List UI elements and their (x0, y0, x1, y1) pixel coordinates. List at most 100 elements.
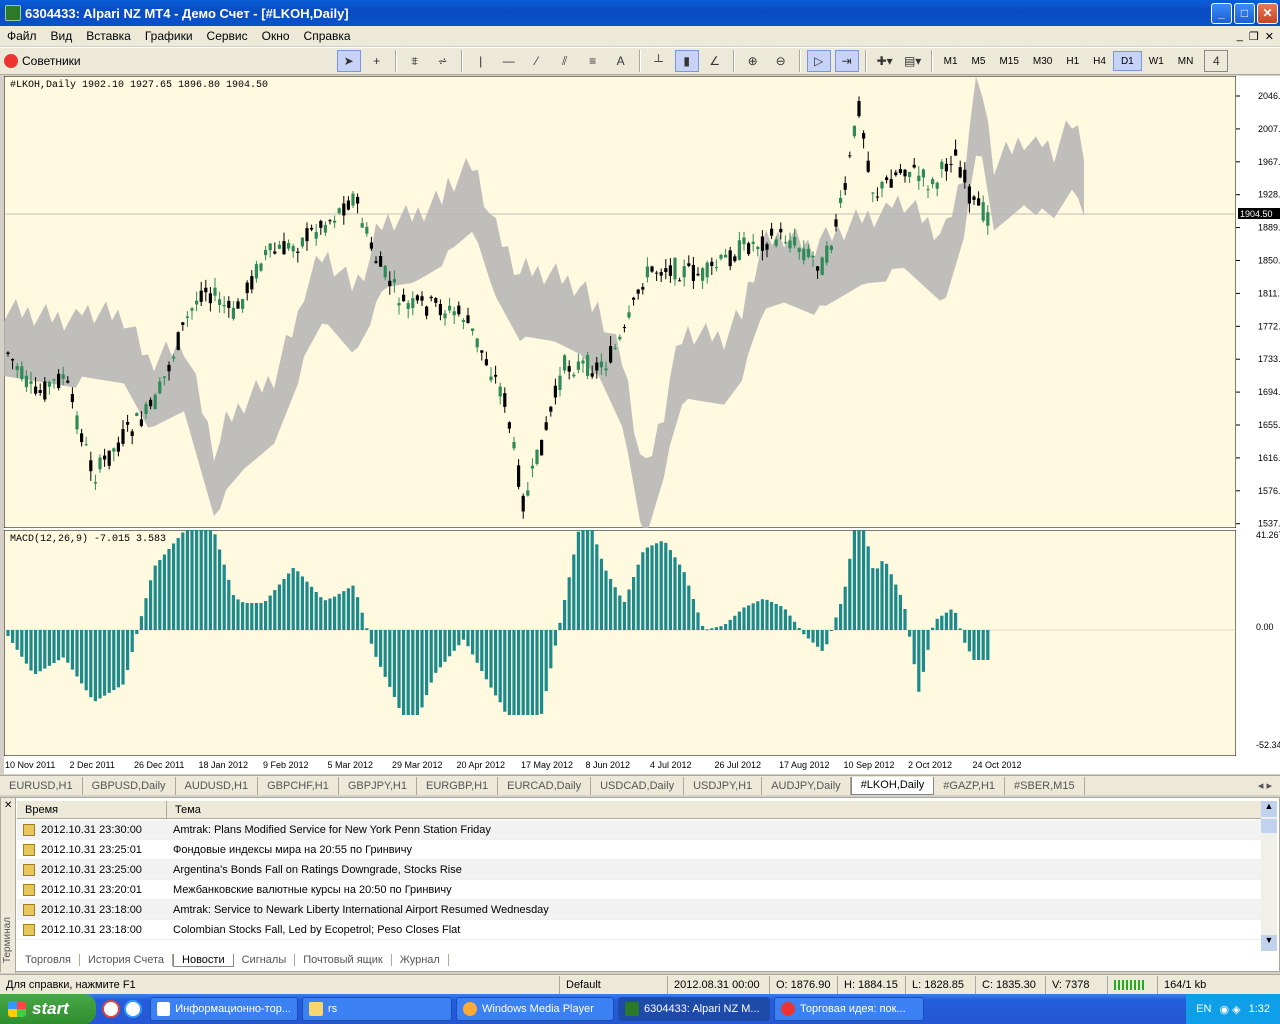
candle-body (66, 380, 70, 383)
period-separator-icon[interactable]: ⩨ (403, 50, 427, 72)
price-chart[interactable]: 2046.15 2007.05 1967.95 1928.85 1889.75 1850.… (4, 76, 1280, 528)
chart-tab[interactable]: GBPJPY,H1 (339, 776, 417, 795)
taskbar-item[interactable]: Windows Media Player (456, 997, 614, 1021)
minimize-button[interactable]: _ (1211, 2, 1232, 24)
chrome-icon[interactable] (102, 1000, 120, 1018)
menu-insert[interactable]: Вставка (79, 29, 138, 43)
chart-shift-icon[interactable]: ⇥ (834, 50, 859, 72)
news-icon (23, 843, 35, 856)
menu-file[interactable]: Файл (0, 29, 44, 43)
chart-tab[interactable]: AUDJPY,Daily (762, 776, 851, 795)
chart-tab-active[interactable]: #LKOH,Daily (850, 776, 935, 795)
add-indicator-icon[interactable]: ✚▾ (873, 50, 897, 72)
trendline-icon[interactable]: ⁄ (525, 50, 549, 72)
menu-window[interactable]: Окно (255, 29, 297, 43)
crosshair-tool-icon[interactable]: + (365, 50, 389, 72)
candle-body (273, 251, 277, 254)
macd-bar (264, 601, 268, 630)
timeframe-h4[interactable]: H4 (1086, 51, 1113, 71)
horizontal-line-icon[interactable]: — (497, 50, 521, 72)
timeframe-m30[interactable]: M30 (1026, 51, 1059, 71)
indicator-icon[interactable]: ⩫ (431, 50, 455, 72)
tab-scroll-arrows-icon[interactable]: ◂ ▸ (1258, 779, 1280, 792)
taskbar-item[interactable]: rs (302, 997, 452, 1021)
mdi-restore-icon[interactable]: ❐ (1249, 30, 1259, 43)
close-button[interactable]: ✕ (1257, 2, 1278, 24)
chart-tab[interactable]: USDCAD,Daily (591, 776, 685, 795)
chart-window[interactable]: 2046.15 2007.05 1967.95 1928.85 1889.75 1850.… (4, 76, 1280, 774)
menu-tools[interactable]: Сервис (200, 29, 255, 43)
table-row[interactable]: 2012.10.31 23:25:01 Фондовые индексы мира… (17, 840, 1261, 860)
terminal-close-icon[interactable]: ✕ (4, 800, 12, 811)
tray-icons[interactable]: ◉ ◈ (1219, 1003, 1240, 1016)
scroll-down-icon[interactable]: ▼ (1261, 935, 1277, 951)
tab-signals[interactable]: Сигналы (234, 954, 296, 966)
table-row[interactable]: 2012.10.31 23:18:00 Amtrak: Service to Ne… (17, 900, 1261, 920)
macd-chart[interactable]: 41.267 0.00 -52.349 (4, 530, 1280, 756)
timeframe-w1[interactable]: W1 (1142, 51, 1171, 71)
taskbar-item-active[interactable]: 6304433: Alpari NZ M... (618, 997, 770, 1021)
language-indicator[interactable]: EN (1196, 1003, 1211, 1015)
chart-tab[interactable]: EURUSD,H1 (0, 776, 83, 795)
zoom-out-icon[interactable]: ⊖ (769, 50, 793, 72)
table-row[interactable]: 2012.10.31 23:18:00 Colombian Stocks Fall… (17, 920, 1261, 940)
macd-bar (664, 542, 668, 630)
timeframe-m5[interactable]: M5 (965, 51, 993, 71)
scroll-up-icon[interactable]: ▲ (1261, 801, 1277, 817)
vertical-line-icon[interactable]: | (469, 50, 493, 72)
current-price-label: 1904.50 (1240, 209, 1273, 219)
taskbar-item[interactable]: Торговая идея: пок... (774, 997, 924, 1021)
table-row[interactable]: 2012.10.31 23:30:00 Amtrak: Plans Modifie… (17, 820, 1261, 840)
start-button[interactable]: start (0, 994, 96, 1024)
timeframe-d1[interactable]: D1 (1112, 51, 1142, 71)
tab-trade[interactable]: Торговля (17, 954, 80, 966)
tab-news[interactable]: Новости (173, 953, 234, 967)
menu-charts[interactable]: Графики (138, 29, 200, 43)
periods-icon[interactable]: ▤▾ (901, 50, 925, 72)
zoom-in-icon[interactable]: ⊕ (741, 50, 765, 72)
column-header-topic[interactable]: Тема (167, 801, 1261, 818)
chart-tab[interactable]: GBPCHF,H1 (258, 776, 339, 795)
column-header-time[interactable]: Время (17, 801, 167, 818)
chart-tab[interactable]: USDJPY,H1 (684, 776, 763, 795)
chart-tab[interactable]: AUDUSD,H1 (176, 776, 259, 795)
timeframe-toolbar-options-icon[interactable]: 4 (1204, 50, 1229, 72)
mdi-minimize-icon[interactable]: _ (1237, 30, 1243, 43)
news-scrollbar[interactable]: ▲ ▼ (1261, 801, 1277, 951)
line-chart-icon[interactable]: ∠ (703, 50, 727, 72)
ie-icon[interactable] (124, 1000, 142, 1018)
taskbar-item[interactable]: Информационно-тор... (150, 997, 298, 1021)
candle-body (466, 315, 470, 323)
menu-help[interactable]: Справка (297, 29, 358, 43)
chart-tab[interactable]: EURGBP,H1 (417, 776, 499, 795)
menu-view[interactable]: Вид (44, 29, 80, 43)
tab-journal[interactable]: Журнал (392, 954, 449, 966)
channel-icon[interactable]: ⫽ (553, 50, 577, 72)
timeframe-mn[interactable]: MN (1171, 51, 1201, 71)
bar-chart-icon[interactable]: ┴ (647, 50, 671, 72)
macd-bar (590, 530, 594, 630)
timeframe-h1[interactable]: H1 (1059, 51, 1086, 71)
timeframe-m15[interactable]: M15 (992, 51, 1025, 71)
table-row[interactable]: 2012.10.31 23:25:00 Argentina's Bonds Fal… (17, 860, 1261, 880)
fibonacci-icon[interactable]: ≡ (581, 50, 605, 72)
chart-tab[interactable]: #SBER,M15 (1005, 776, 1085, 795)
cursor-tool-icon[interactable]: ➤ (336, 50, 361, 72)
timeframe-m1[interactable]: M1 (937, 51, 965, 71)
autoscroll-icon[interactable]: ▷ (806, 50, 831, 72)
scroll-thumb[interactable] (1261, 819, 1277, 833)
candlestick-icon[interactable]: ▮ (674, 50, 699, 72)
tab-account-history[interactable]: История Счета (80, 954, 174, 966)
candle-body (480, 350, 484, 353)
chart-tab[interactable]: EURCAD,Daily (498, 776, 592, 795)
maximize-button[interactable]: □ (1234, 2, 1255, 24)
candle-body (521, 495, 525, 512)
text-tool-icon[interactable]: A (609, 50, 633, 72)
table-row[interactable]: 2012.10.31 23:20:01 Межбанковские валютны… (17, 880, 1261, 900)
advisors-button[interactable]: Советники (0, 54, 85, 68)
chart-tab[interactable]: #GAZP,H1 (934, 776, 1006, 795)
candle-body (139, 419, 143, 426)
chart-tab[interactable]: GBPUSD,Daily (83, 776, 176, 795)
mdi-close-icon[interactable]: ✕ (1265, 30, 1274, 43)
tab-mailbox[interactable]: Почтовый ящик (295, 954, 392, 966)
